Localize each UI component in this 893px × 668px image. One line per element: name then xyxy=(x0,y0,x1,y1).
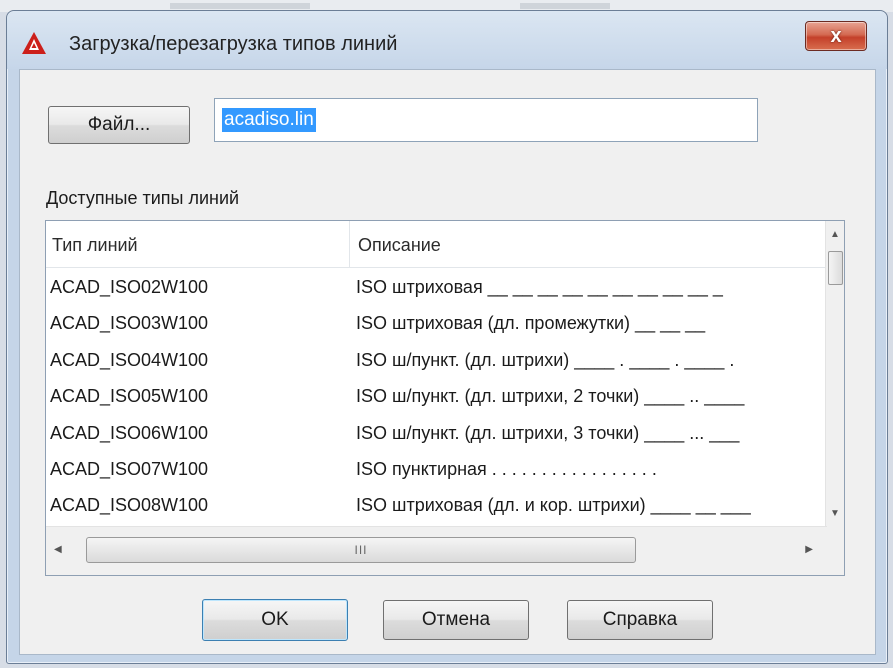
vertical-scrollbar[interactable]: ▲ ▼ xyxy=(825,221,844,527)
dialog-client-area: Файл... acadiso.lin Доступные типы линий… xyxy=(19,69,876,655)
scroll-up-arrow-icon[interactable]: ▲ xyxy=(830,229,840,240)
cancel-button[interactable]: Отмена xyxy=(383,600,529,640)
list-item[interactable]: ACAD_ISO02W100 ISO штриховая __ __ __ __… xyxy=(46,269,827,305)
file-name-input[interactable]: acadiso.lin xyxy=(214,98,758,142)
file-name-value: acadiso.lin xyxy=(222,108,316,132)
ok-button[interactable]: OK xyxy=(202,599,348,641)
linetype-description: ISO ш/пункт. (дл. штрихи) ____ . ____ . … xyxy=(356,349,735,370)
scroll-right-arrow-icon[interactable]: ▶ xyxy=(805,544,813,555)
column-separator[interactable] xyxy=(349,221,350,267)
linetype-description: ISO пунктирная . . . . . . . . . . . . .… xyxy=(356,458,657,479)
linetype-name: ACAD_ISO02W100 xyxy=(50,277,209,297)
vertical-scroll-thumb[interactable] xyxy=(828,251,843,285)
linetype-description: ISO штриховая __ __ __ __ __ __ __ __ __… xyxy=(356,277,723,297)
column-header-description[interactable]: Описание xyxy=(358,235,441,256)
available-linetypes-label: Доступные типы линий xyxy=(46,188,240,208)
list-item[interactable]: ACAD_ISO04W100 ISO ш/пункт. (дл. штрихи)… xyxy=(46,342,827,378)
linetype-name: ACAD_ISO05W100 xyxy=(50,386,209,407)
list-item[interactable]: ACAD_ISO07W100 ISO пунктирная . . . . . … xyxy=(46,451,827,487)
linetypes-list[interactable]: Тип линий Описание ACAD_ISO02W100 ISO шт… xyxy=(45,220,845,576)
list-item[interactable]: ACAD_ISO06W100 ISO ш/пункт. (дл. штрихи,… xyxy=(46,415,827,451)
list-header: Тип линий Описание xyxy=(46,221,827,268)
title-bar: Загрузка/перезагрузка типов линий x xyxy=(7,11,887,69)
dialog-title: Загрузка/перезагрузка типов линий xyxy=(69,33,398,55)
horizontal-scroll-thumb[interactable]: III xyxy=(86,537,636,563)
horizontal-scrollbar[interactable]: ◀ III ▶ xyxy=(46,526,827,575)
list-item[interactable]: ACAD_ISO03W100 ISO штриховая (дл. промеж… xyxy=(46,305,827,341)
help-button[interactable]: Справка xyxy=(567,600,713,640)
scroll-left-arrow-icon[interactable]: ◀ xyxy=(54,544,62,555)
scrollbar-corner xyxy=(826,527,844,575)
scroll-down-arrow-icon[interactable]: ▼ xyxy=(830,508,840,519)
linetype-name: ACAD_ISO06W100 xyxy=(50,422,209,443)
file-button[interactable]: Файл... xyxy=(48,106,190,144)
list-rows: ACAD_ISO02W100 ISO штриховая __ __ __ __… xyxy=(46,269,827,525)
autocad-logo-icon xyxy=(22,32,46,54)
list-item[interactable]: ACAD_ISO05W100 ISO ш/пункт. (дл. штрихи,… xyxy=(46,378,827,414)
linetype-name: ACAD_ISO03W100 xyxy=(50,313,209,334)
linetype-description: ISO ш/пункт. (дл. штрихи, 3 точки) ____ … xyxy=(356,422,740,443)
linetype-name: ACAD_ISO08W100 xyxy=(50,495,209,516)
list-item[interactable]: ACAD_ISO08W100 ISO штриховая (дл. и кор.… xyxy=(46,487,827,523)
close-icon: x xyxy=(830,25,842,47)
linetype-name: ACAD_ISO07W100 xyxy=(50,458,209,479)
linetype-description: ISO ш/пункт. (дл. штрихи, 2 точки) ____ … xyxy=(356,386,745,407)
close-button[interactable]: x xyxy=(805,21,867,51)
linetype-description: ISO штриховая (дл. и кор. штрихи) ____ _… xyxy=(356,495,751,516)
linetype-description: ISO штриховая (дл. промежутки) __ __ __ xyxy=(356,313,706,334)
column-header-linetype[interactable]: Тип линий xyxy=(52,235,138,256)
linetype-load-dialog: Загрузка/перезагрузка типов линий x Файл… xyxy=(6,10,888,664)
scroll-grip-icon: III xyxy=(354,543,368,557)
linetype-name: ACAD_ISO04W100 xyxy=(50,349,209,370)
